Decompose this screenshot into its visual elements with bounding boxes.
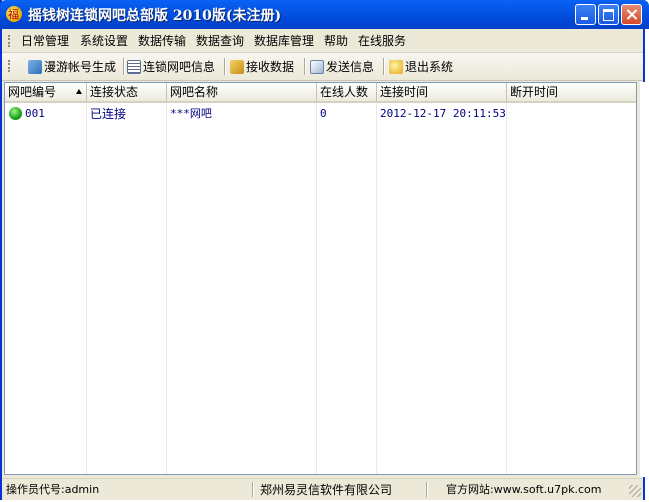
connected-status-icon <box>9 107 22 120</box>
column-header-id[interactable]: 网吧编号 <box>5 83 87 101</box>
column-divider <box>316 103 317 474</box>
toolbar-grip-icon[interactable] <box>8 60 12 72</box>
exit-system-button[interactable]: 退出系统 <box>389 58 453 76</box>
window-title: 摇钱树连锁网吧总部版 2010版(未注册) <box>28 8 282 24</box>
close-button[interactable] <box>621 4 642 25</box>
column-divider <box>506 103 507 474</box>
toolbar-separator <box>304 58 306 75</box>
user-card-icon <box>28 60 42 74</box>
column-divider <box>86 103 87 474</box>
exit-system-label: 退出系统 <box>405 60 454 74</box>
send-icon <box>310 60 324 74</box>
resize-grip-icon[interactable] <box>629 485 641 497</box>
side-strip <box>640 82 647 477</box>
company-status: 郑州易灵信软件有限公司 <box>260 483 393 497</box>
netbar-list[interactable]: 网吧编号 连接状态 网吧名称 在线人数 连接时间 断开时间 001 已连接 **… <box>4 82 637 475</box>
toolbar-separator <box>383 58 385 75</box>
menu-data-query[interactable]: 数据查询 <box>196 33 244 49</box>
menu-bar: 日常管理 系统设置 数据传输 数据查询 数据库管理 帮助 在线服务 <box>2 29 643 53</box>
column-header-online[interactable]: 在线人数 <box>317 83 377 101</box>
receive-data-label: 接收数据 <box>246 60 295 74</box>
menu-help[interactable]: 帮助 <box>324 33 348 49</box>
chain-info-label: 连锁网吧信息 <box>143 60 216 74</box>
website-status: 官方网站:www.soft.u7pk.com <box>446 483 602 496</box>
menu-system-settings[interactable]: 系统设置 <box>80 33 128 49</box>
column-header-connect-time[interactable]: 连接时间 <box>377 83 507 101</box>
receive-icon <box>230 60 244 74</box>
app-logo-icon <box>6 6 22 22</box>
menu-database-management[interactable]: 数据库管理 <box>254 33 314 49</box>
title-bar[interactable]: 摇钱树连锁网吧总部版 2010版(未注册) <box>0 0 649 29</box>
cell-id: 001 <box>25 107 45 120</box>
operator-status: 操作员代号:admin <box>6 483 100 496</box>
list-icon <box>127 60 141 74</box>
menu-online-service[interactable]: 在线服务 <box>358 33 406 49</box>
toolbar: 漫游帐号生成 连锁网吧信息 接收数据 发送信息 退出系统 <box>2 53 643 81</box>
chain-info-button[interactable]: 连锁网吧信息 <box>127 58 215 76</box>
status-divider <box>426 482 428 497</box>
toolbar-separator <box>123 58 125 75</box>
minimize-button[interactable] <box>575 4 596 25</box>
column-header-name[interactable]: 网吧名称 <box>167 83 317 101</box>
menu-daily-management[interactable]: 日常管理 <box>21 33 69 49</box>
column-header-status[interactable]: 连接状态 <box>87 83 167 101</box>
menu-grip-icon[interactable] <box>8 35 12 47</box>
cell-connect-time: 2012-12-17 20:11:53 <box>380 107 506 120</box>
receive-data-button[interactable]: 接收数据 <box>230 58 294 76</box>
roaming-account-label: 漫游帐号生成 <box>44 60 117 74</box>
status-divider <box>252 482 254 497</box>
list-header: 网吧编号 连接状态 网吧名称 在线人数 连接时间 断开时间 <box>5 83 636 103</box>
send-message-button[interactable]: 发送信息 <box>310 58 374 76</box>
exit-icon <box>389 60 403 74</box>
cell-status: 已连接 <box>90 107 127 121</box>
sort-ascending-icon <box>76 89 82 94</box>
column-divider <box>376 103 377 474</box>
cell-online: 0 <box>320 107 327 120</box>
menu-data-transfer[interactable]: 数据传输 <box>138 33 186 49</box>
cell-name: ***网吧 <box>170 107 212 120</box>
column-header-disconnect-time[interactable]: 断开时间 <box>507 83 636 101</box>
column-header-id-label: 网吧编号 <box>8 85 57 99</box>
roaming-account-button[interactable]: 漫游帐号生成 <box>28 58 116 76</box>
toolbar-separator <box>224 58 226 75</box>
send-message-label: 发送信息 <box>326 60 375 74</box>
status-bar: 操作员代号:admin 郑州易灵信软件有限公司 官方网站:www.soft.u7… <box>2 478 643 500</box>
maximize-button[interactable] <box>598 4 619 25</box>
column-divider <box>166 103 167 474</box>
